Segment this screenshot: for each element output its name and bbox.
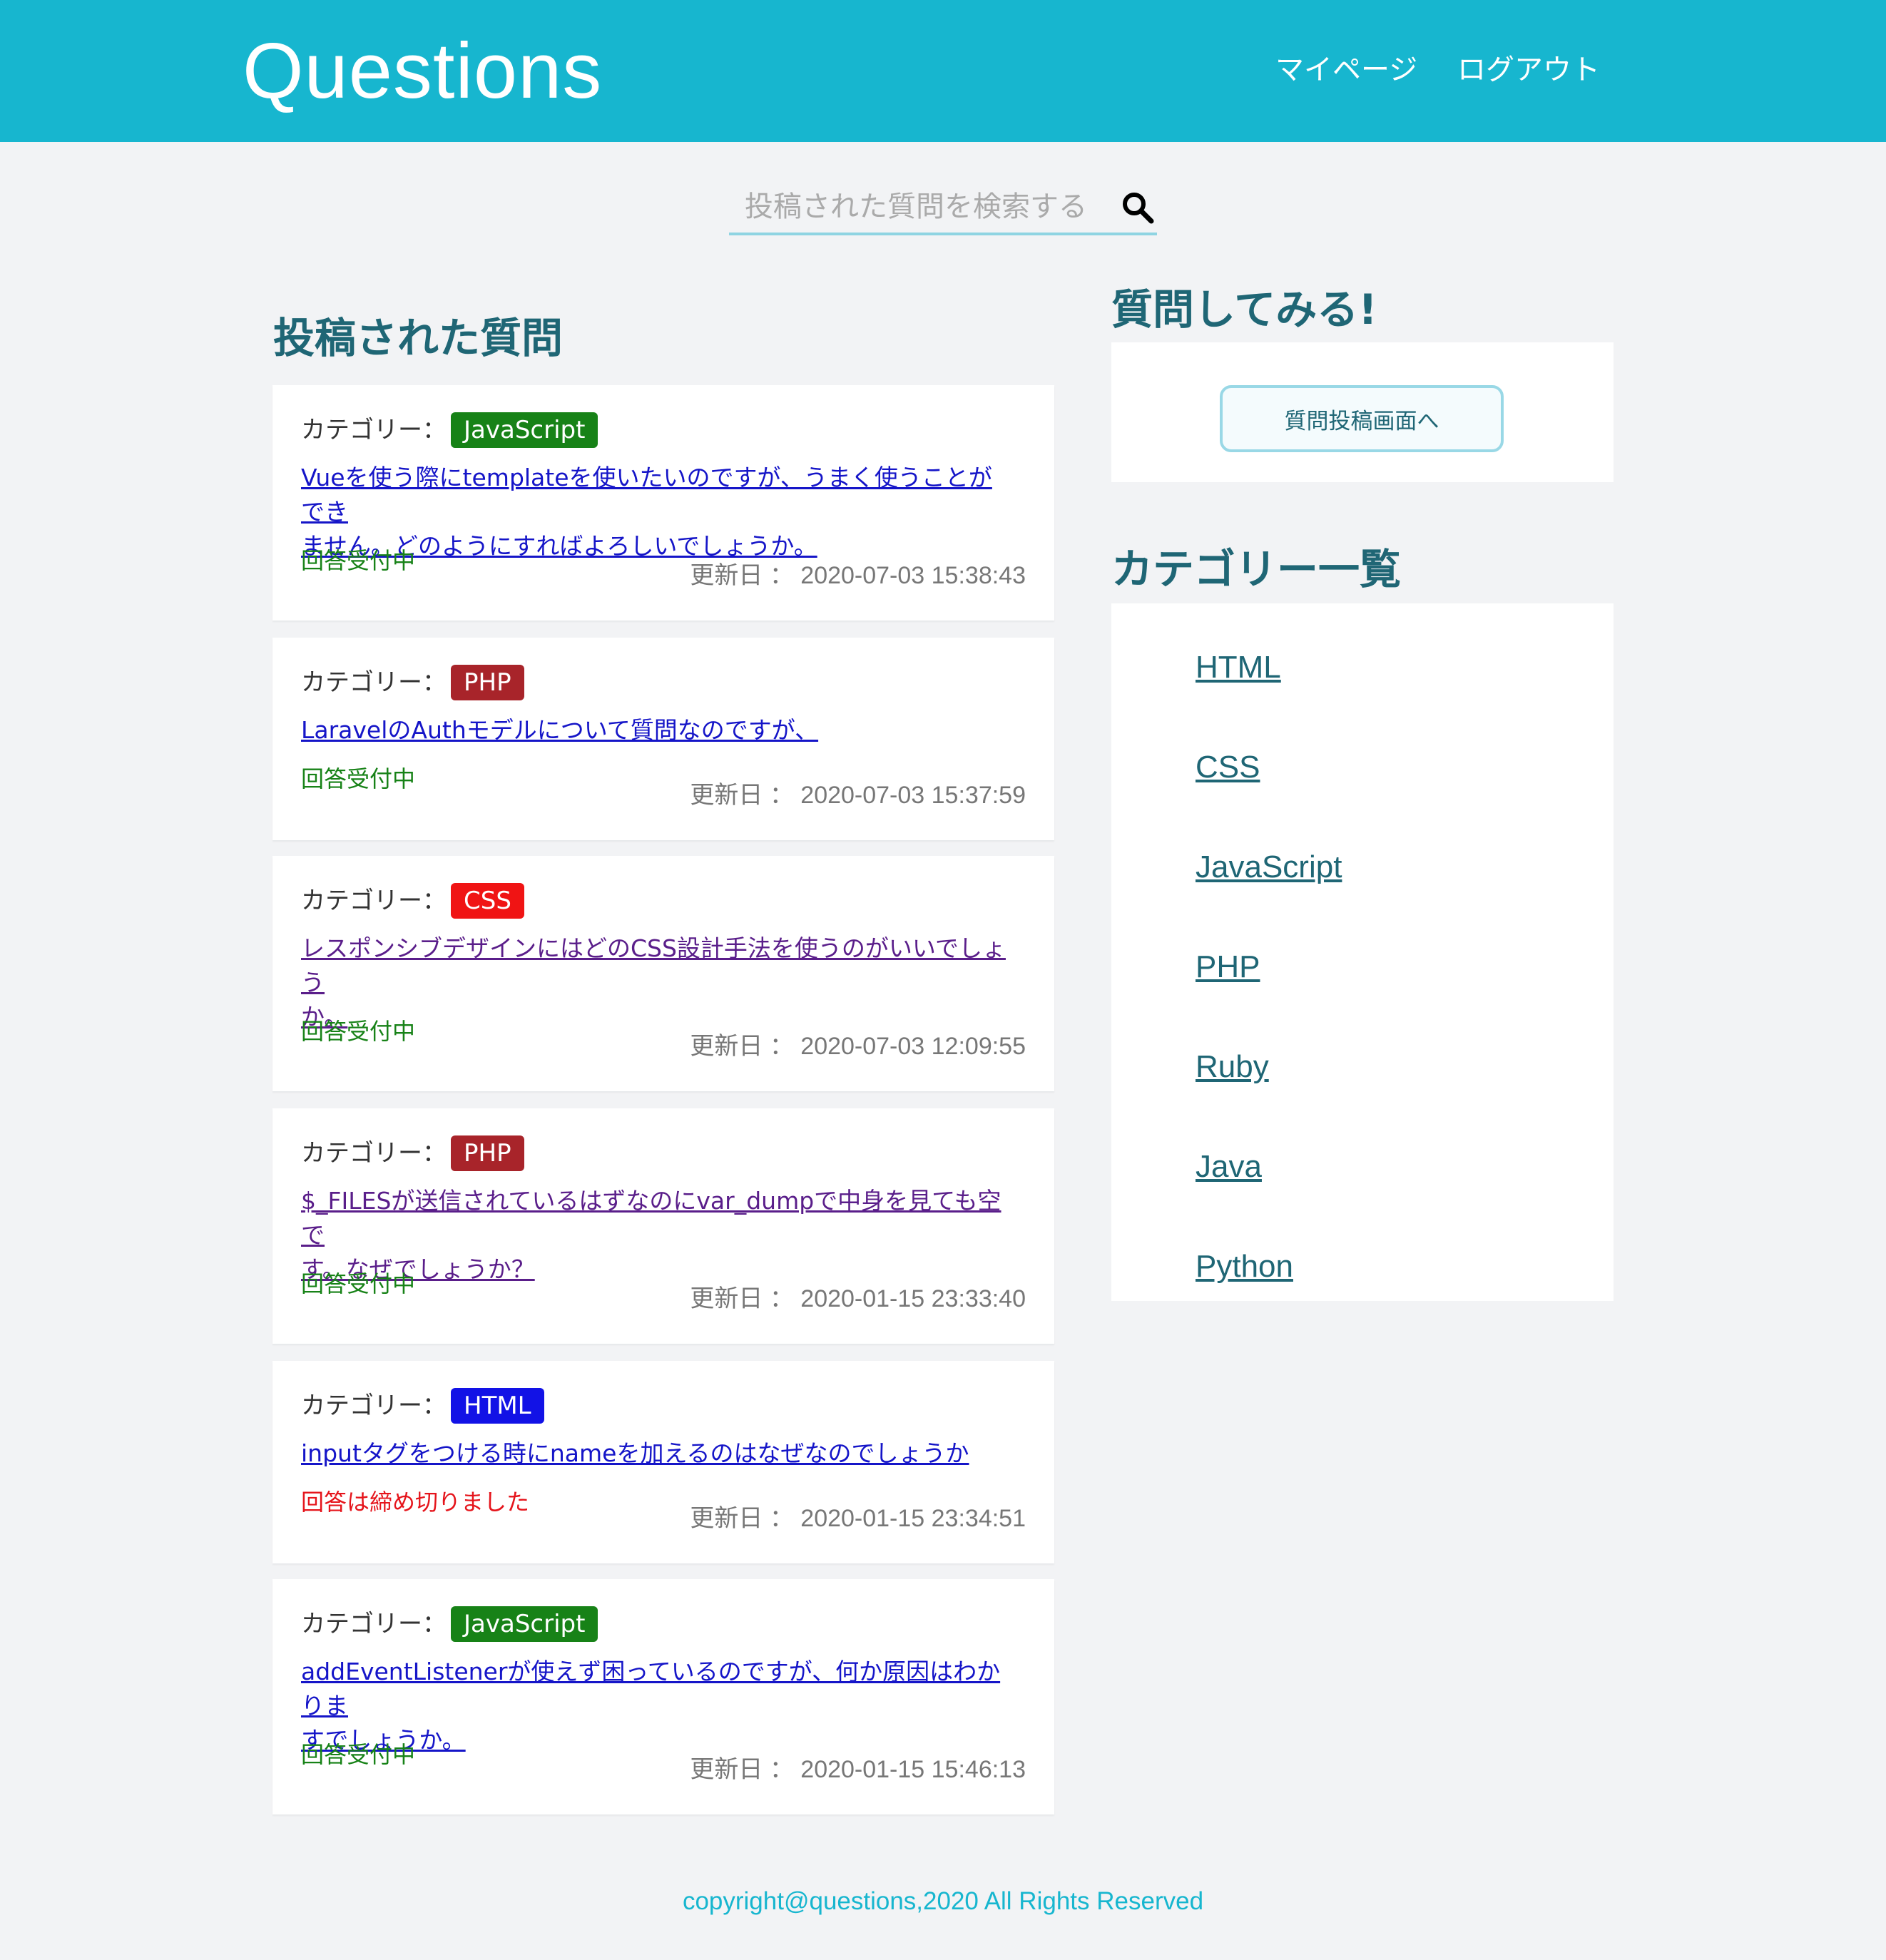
question-title-line: LaravelのAuthモデルについて質問なのですが、	[301, 716, 819, 744]
updated-value: 2020-07-03 12:09:55	[800, 1033, 1026, 1060]
updated-label: 更新日 ：	[690, 782, 794, 809]
status-open: 回答受付中	[301, 547, 416, 574]
updated-value: 2020-01-15 23:34:51	[800, 1505, 1026, 1532]
nav-logout-link[interactable]: ログアウト	[1457, 50, 1600, 90]
status-open: 回答受付中	[301, 765, 416, 792]
question-title-line: レスポンシブデザインにはどのCSS設計手法を使うのがいいでしょう	[301, 934, 1006, 996]
category-label: カテゴリー：	[301, 668, 447, 697]
category-row: カテゴリー： HTML	[301, 1388, 544, 1424]
updated-label: 更新日 ：	[690, 1505, 794, 1532]
status-open: 回答受付中	[301, 1018, 416, 1045]
question-title-line: Vueを使う際にtemplateを使いたいのですが、うまく使うことができ	[301, 464, 992, 526]
category-link-ruby[interactable]: Ruby	[1196, 1047, 1269, 1087]
ask-panel: 質問投稿画面へ	[1111, 342, 1614, 482]
updated-value: 2020-01-15 15:46:13	[800, 1756, 1026, 1783]
category-badge[interactable]: JavaScript	[451, 412, 598, 448]
updated-label: 更新日 ：	[690, 1033, 794, 1060]
status-open: 回答受付中	[301, 1741, 416, 1768]
category-label: カテゴリー：	[301, 1610, 447, 1638]
status-open: 回答受付中	[301, 1270, 416, 1297]
category-row: カテゴリー： PHP	[301, 665, 524, 700]
question-card: カテゴリー： CSS レスポンシブデザインにはどのCSS設計手法を使うのがいいでし…	[272, 856, 1054, 1091]
question-card: カテゴリー： JavaScript Vueを使う際にtemplateを使いたいので…	[272, 385, 1054, 621]
status-closed: 回答は締め切りました	[301, 1489, 530, 1516]
question-card: カテゴリー： JavaScript addEventListenerが使えず困って…	[272, 1579, 1054, 1814]
updated-date: 更新日 ： 2020-01-15 23:33:40	[690, 1281, 1026, 1317]
category-link-java[interactable]: Java	[1196, 1147, 1262, 1187]
question-title-link[interactable]: inputタグをつける時にnameを加えるのはなぜなのでしょうか	[301, 1436, 1014, 1471]
top-header: Questions マイページ ログアウト	[0, 0, 1886, 142]
updated-date: 更新日 ： 2020-07-03 12:09:55	[690, 1029, 1026, 1064]
updated-value: 2020-01-15 23:33:40	[800, 1285, 1026, 1312]
search-icon[interactable]	[1120, 190, 1156, 225]
category-label: カテゴリー：	[301, 1139, 447, 1168]
updated-value: 2020-07-03 15:37:59	[800, 782, 1026, 809]
category-list-title: カテゴリー一覧	[1111, 545, 1402, 593]
category-link-html[interactable]: HTML	[1196, 648, 1281, 688]
question-title-line: addEventListenerが使えず困っているのですが、何か原因はわかりま	[301, 1658, 1001, 1720]
category-link-css[interactable]: CSS	[1196, 747, 1260, 787]
category-badge[interactable]: HTML	[451, 1388, 544, 1424]
footer-copyright: copyright@questions,2020 All Rights Rese…	[682, 1887, 1204, 1915]
category-label: カテゴリー：	[301, 416, 447, 444]
category-row: カテゴリー： CSS	[301, 883, 524, 919]
category-badge[interactable]: PHP	[451, 1135, 524, 1171]
updated-label: 更新日 ：	[690, 562, 794, 589]
question-title-line: inputタグをつける時にnameを加えるのはなぜなのでしょうか	[301, 1439, 969, 1467]
nav-mypage-link[interactable]: マイページ	[1275, 50, 1417, 90]
category-label: カテゴリー：	[301, 1392, 447, 1420]
ask-question-title: 質問してみる!	[1111, 285, 1377, 334]
category-row: カテゴリー： JavaScript	[301, 412, 598, 448]
question-title-line: $_FILESが送信されているはずなのにvar_dumpで中身を見ても空で	[301, 1187, 1001, 1249]
category-label: カテゴリー：	[301, 887, 447, 915]
category-link-python[interactable]: Python	[1196, 1247, 1293, 1287]
category-badge[interactable]: CSS	[451, 883, 524, 919]
updated-date: 更新日 ： 2020-01-15 15:46:13	[690, 1752, 1026, 1787]
question-card: カテゴリー： PHP $_FILESが送信されているはずなのにvar_dumpで中…	[272, 1108, 1054, 1344]
question-title-link[interactable]: LaravelのAuthモデルについて質問なのですが、	[301, 713, 1014, 747]
category-link-javascript[interactable]: JavaScript	[1196, 847, 1342, 887]
posted-questions-title: 投稿された質問	[273, 314, 564, 362]
search-bar	[729, 184, 1157, 235]
category-badge[interactable]: JavaScript	[451, 1606, 598, 1642]
search-input[interactable]	[745, 187, 1101, 227]
updated-date: 更新日 ： 2020-07-03 15:38:43	[690, 558, 1026, 593]
question-card: カテゴリー： PHP LaravelのAuthモデルについて質問なのですが、 回答…	[272, 638, 1054, 840]
brand-logo[interactable]: Questions	[243, 29, 602, 114]
category-row: カテゴリー： JavaScript	[301, 1606, 598, 1642]
category-link-php[interactable]: PHP	[1196, 947, 1260, 987]
updated-date: 更新日 ： 2020-07-03 15:37:59	[690, 777, 1026, 813]
question-card: カテゴリー： HTML inputタグをつける時にnameを加えるのはなぜなのでし…	[272, 1361, 1054, 1563]
updated-date: 更新日 ： 2020-01-15 23:34:51	[690, 1501, 1026, 1536]
post-question-button[interactable]: 質問投稿画面へ	[1220, 385, 1504, 452]
category-row: カテゴリー： PHP	[301, 1135, 524, 1171]
updated-value: 2020-07-03 15:38:43	[800, 562, 1026, 589]
updated-label: 更新日 ：	[690, 1285, 794, 1312]
category-badge[interactable]: PHP	[451, 665, 524, 700]
category-list-panel: HTML CSS JavaScript PHP Ruby Java Python	[1111, 603, 1614, 1301]
updated-label: 更新日 ：	[690, 1756, 794, 1783]
